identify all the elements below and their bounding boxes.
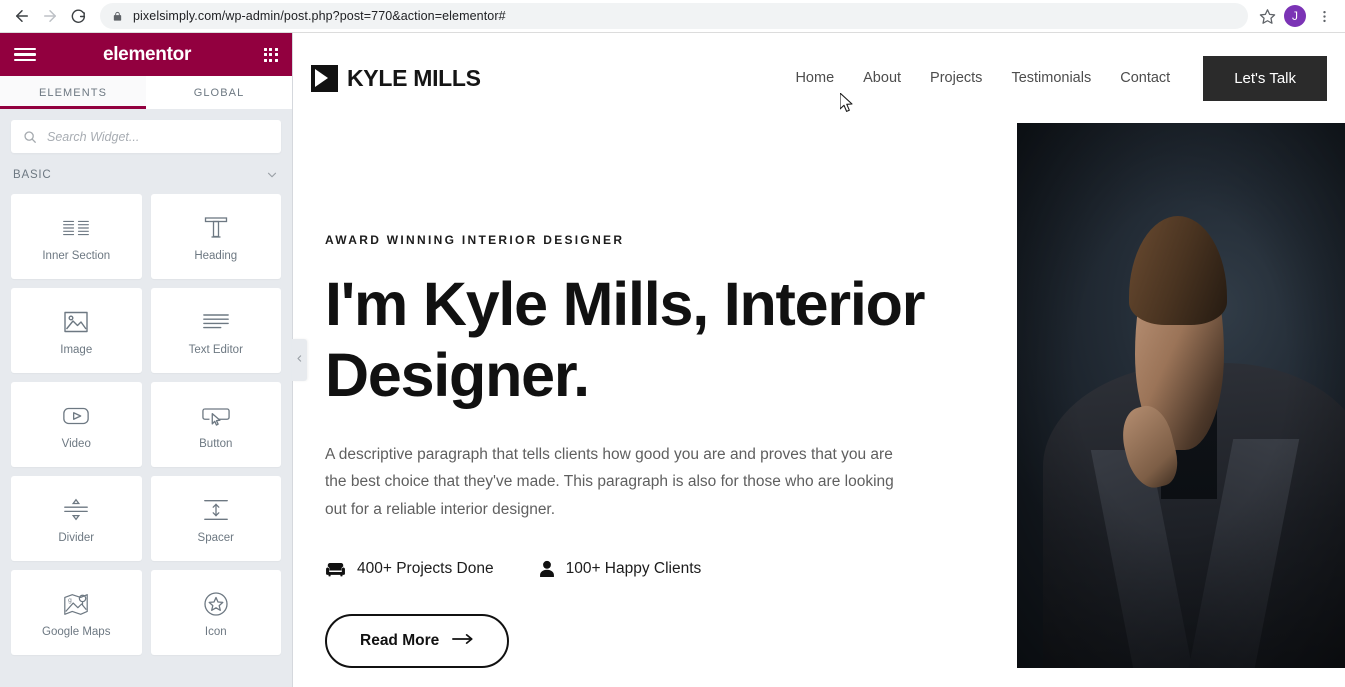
- chevron-down-icon: [265, 168, 279, 182]
- stat-value: 100+ Happy Clients: [565, 560, 702, 578]
- spacer-icon: [202, 493, 230, 527]
- site-header: KYLE MILLS Home About Projects Testimoni…: [293, 33, 1345, 123]
- widget-label: Google Maps: [42, 626, 111, 638]
- widget-icon[interactable]: Icon: [150, 570, 281, 655]
- hero-stats: 400+ Projects Done 100+ Happy Clients: [325, 560, 993, 578]
- lets-talk-button[interactable]: Let's Talk: [1203, 55, 1327, 101]
- hero-description: A descriptive paragraph that tells clien…: [325, 445, 894, 519]
- widget-grid: Inner Section Heading Image Text Editor …: [11, 194, 281, 655]
- widget-image[interactable]: Image: [11, 288, 142, 373]
- read-more-button[interactable]: Read More: [325, 614, 510, 669]
- nav-item-contact[interactable]: Contact: [1120, 70, 1170, 86]
- widget-heading[interactable]: Heading: [150, 194, 281, 279]
- hamburger-icon[interactable]: [14, 47, 36, 62]
- widget-label: Text Editor: [188, 344, 243, 356]
- chevron-left-icon: [295, 351, 304, 369]
- search-widget-container[interactable]: [11, 120, 281, 153]
- stat-value: 400+ Projects Done: [357, 560, 494, 578]
- elementor-logo: elementor: [102, 43, 192, 65]
- widget-inner-section[interactable]: Inner Section: [11, 194, 142, 279]
- person-icon: [539, 560, 555, 578]
- image-icon: [63, 305, 89, 339]
- search-input[interactable]: [47, 129, 269, 144]
- search-icon: [23, 130, 37, 144]
- lock-icon: [112, 10, 123, 23]
- nav-item-about[interactable]: About: [863, 70, 901, 86]
- portrait-vignette: [1017, 123, 1345, 669]
- widget-label: Video: [61, 438, 91, 450]
- nav-item-projects[interactable]: Projects: [930, 70, 982, 86]
- widget-label: Heading: [194, 250, 238, 262]
- widget-text-editor[interactable]: Text Editor: [150, 288, 281, 373]
- brand-name: KYLE MILLS: [347, 64, 481, 91]
- browser-forward-button[interactable]: [36, 2, 64, 30]
- heading-t-icon: [203, 211, 229, 245]
- button-cursor-icon: [202, 399, 230, 433]
- divider-icon: [62, 493, 90, 527]
- play-icon: [62, 399, 90, 433]
- map-pin-icon: g: [62, 587, 90, 621]
- url-text: pixelsimply.com/wp-admin/post.php?post=7…: [133, 9, 506, 23]
- address-bar[interactable]: pixelsimply.com/wp-admin/post.php?post=7…: [100, 3, 1248, 29]
- widget-label: Spacer: [197, 532, 234, 544]
- tab-elements[interactable]: ELEMENTS: [0, 76, 146, 109]
- panel-header: elementor: [0, 33, 292, 76]
- category-label: BASIC: [13, 169, 52, 181]
- widget-button[interactable]: Button: [150, 382, 281, 467]
- triangle-logo-mark: [311, 64, 338, 92]
- widget-video[interactable]: Video: [11, 382, 142, 467]
- read-more-label: Read More: [360, 632, 440, 650]
- text-lines-icon: [202, 305, 230, 339]
- nav-item-home[interactable]: Home: [795, 70, 834, 86]
- apps-grid-icon[interactable]: [263, 47, 278, 62]
- browser-back-button[interactable]: [8, 2, 36, 30]
- hero-eyebrow: AWARD WINNING INTERIOR DESIGNER: [325, 233, 625, 247]
- widget-label: Button: [199, 438, 233, 450]
- site-logo[interactable]: KYLE MILLS: [311, 64, 481, 92]
- star-icon[interactable]: [1254, 3, 1280, 29]
- three-dot-menu-icon[interactable]: [1311, 3, 1337, 29]
- tab-global[interactable]: GLOBAL: [146, 76, 292, 109]
- preview-canvas: KYLE MILLS Home About Projects Testimoni…: [293, 33, 1345, 687]
- hero-portrait-image: [1017, 123, 1345, 669]
- editor-workspace: elementor ELEMENTS GLOBAL BASIC: [0, 33, 1345, 687]
- widget-divider[interactable]: Divider: [11, 476, 142, 561]
- widget-category-basic[interactable]: BASIC: [11, 153, 281, 194]
- widget-label: Image: [60, 344, 93, 356]
- widget-label: Inner Section: [42, 250, 111, 262]
- star-circle-icon: [203, 587, 229, 621]
- arrow-right-icon: [452, 632, 474, 650]
- widget-spacer[interactable]: Spacer: [150, 476, 281, 561]
- site-navigation: Home About Projects Testimonials Contact…: [795, 55, 1345, 101]
- stat-clients: 100+ Happy Clients: [539, 560, 702, 578]
- columns-icon: [62, 211, 90, 245]
- sofa-icon: [325, 561, 346, 578]
- hero-content: AWARD WINNING INTERIOR DESIGNER I'm Kyle…: [325, 123, 993, 669]
- stat-projects: 400+ Projects Done: [325, 560, 494, 578]
- panel-body: BASIC Inner Section: [0, 109, 292, 687]
- widget-google-maps[interactable]: g Google Maps: [11, 570, 142, 655]
- svg-text:g: g: [68, 597, 72, 604]
- nav-item-testimonials[interactable]: Testimonials: [1011, 70, 1091, 86]
- elementor-panel: elementor ELEMENTS GLOBAL BASIC: [0, 33, 307, 687]
- panel-tabs: ELEMENTS GLOBAL: [0, 76, 292, 109]
- panel-collapse-handle[interactable]: [292, 339, 307, 381]
- hero-title: I'm Kyle Mills, Interior Designer.: [325, 270, 925, 409]
- widget-label: Icon: [204, 626, 227, 638]
- browser-toolbar: pixelsimply.com/wp-admin/post.php?post=7…: [0, 0, 1345, 33]
- avatar[interactable]: J: [1284, 5, 1306, 27]
- hero-section: AWARD WINNING INTERIOR DESIGNER I'm Kyle…: [293, 123, 1345, 669]
- browser-reload-button[interactable]: [64, 2, 92, 30]
- widget-label: Divider: [58, 532, 95, 544]
